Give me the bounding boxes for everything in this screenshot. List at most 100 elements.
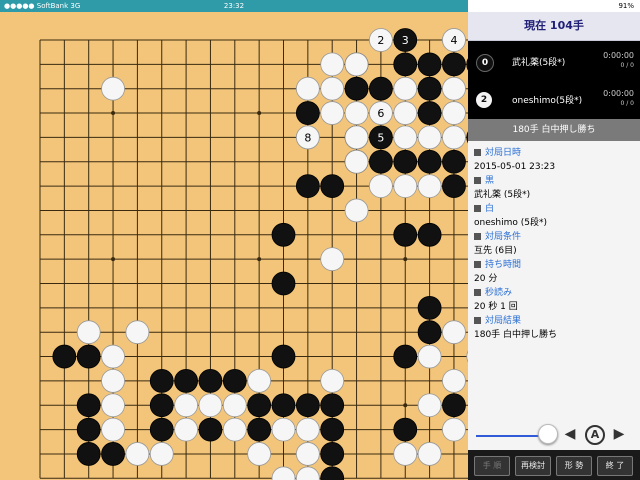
game-info-panel: 現在 104手 0 武礼薬(5段*) 0:00:00 0 / 0 2 onesh…	[468, 12, 640, 480]
board-canvas[interactable]: 23416857	[0, 12, 468, 480]
black-stone	[271, 344, 296, 369]
stone-number-label: 4	[450, 34, 457, 47]
black-stone	[417, 295, 442, 320]
black-stone	[76, 344, 101, 369]
next-move-button[interactable]: ▶	[611, 425, 627, 443]
white-stone	[442, 76, 466, 101]
stone-number-label: 2	[377, 34, 384, 47]
black-stone	[76, 417, 101, 442]
black-stone	[393, 149, 418, 174]
black-stone: 5	[368, 125, 393, 150]
black-stone	[271, 271, 296, 296]
move-slider-knob[interactable]	[538, 424, 558, 444]
white-stone	[393, 174, 418, 199]
black-byoyomi: 0 / 0	[620, 62, 634, 69]
white-stone	[101, 344, 125, 369]
black-stone	[344, 76, 369, 101]
status-bar: ●●●●● SoftBank 3G 23:32	[0, 0, 468, 12]
black-stone	[393, 417, 418, 442]
white-stone	[174, 393, 199, 418]
black-stone	[271, 393, 296, 418]
white-stone	[222, 417, 247, 442]
white-stone	[417, 442, 442, 466]
current-move-header: 現在 104手	[468, 12, 640, 41]
white-stone	[76, 320, 101, 345]
white-stone	[295, 442, 320, 466]
white-stone	[368, 174, 393, 199]
star-point	[257, 111, 262, 116]
exit-button[interactable]: 終 了	[597, 456, 633, 476]
white-player-clock: 0:00:00 0 / 0	[603, 89, 634, 109]
stone-number-label: 8	[304, 131, 311, 144]
black-stone	[247, 417, 272, 442]
info-item-time-limit: 持ち時間 20 分	[474, 258, 634, 286]
white-stone	[320, 52, 345, 77]
white-stone	[149, 442, 174, 466]
white-stone	[295, 417, 320, 442]
info-item-black: 黒武礼薬 (5段*)	[474, 174, 634, 202]
black-stone	[76, 393, 101, 418]
black-stone	[320, 393, 345, 418]
black-stone	[198, 417, 223, 442]
info-item-white: 白 oneshimo (5段*)	[474, 202, 634, 230]
white-stone	[344, 101, 369, 125]
white-stone	[295, 466, 320, 480]
result-bar: 180手 白中押し勝ち	[468, 119, 640, 141]
black-stone	[320, 466, 345, 480]
black-player-name: 武礼薬(5段*)	[512, 58, 566, 68]
white-stone	[417, 393, 442, 418]
white-stone	[222, 393, 247, 418]
info-item-date: 対局日時 2015-05-01 23:23	[474, 146, 634, 174]
black-stone	[442, 393, 466, 418]
black-stone	[442, 149, 466, 174]
go-board[interactable]: 23416857	[0, 12, 468, 480]
white-stone: 8	[295, 125, 320, 150]
black-stone	[271, 222, 296, 247]
white-stone: 2	[368, 28, 393, 52]
white-stone	[320, 101, 345, 125]
prev-move-button[interactable]: ◀	[562, 425, 578, 443]
black-stone	[320, 174, 345, 199]
black-stone: 3	[393, 28, 418, 52]
black-stone	[247, 393, 272, 418]
black-stone	[417, 76, 442, 101]
black-stone	[320, 417, 345, 442]
game-info-list: 対局日時 2015-05-01 23:23 黒武礼薬 (5段*) 白 oneshim…	[474, 146, 634, 342]
white-stone-icon: 2	[476, 92, 492, 108]
star-point	[403, 257, 408, 262]
black-player-clock: 0:00:00 0 / 0	[603, 51, 634, 71]
black-stone	[149, 368, 174, 393]
black-stone-icon: 0	[476, 54, 494, 72]
white-stone	[101, 417, 125, 442]
white-stone	[247, 368, 272, 393]
black-stone	[76, 442, 101, 466]
stone-number-label: 3	[402, 34, 409, 47]
move-order-button[interactable]: 手 順	[474, 456, 510, 476]
white-stone	[320, 76, 345, 101]
stone-number-label: 5	[377, 131, 384, 144]
white-stone	[271, 417, 296, 442]
black-stone	[198, 368, 223, 393]
black-stone	[442, 174, 466, 199]
white-stone: 6	[368, 101, 393, 125]
evaluation-button[interactable]: 形 勢	[556, 456, 592, 476]
black-stone	[101, 442, 125, 466]
players-box: 0 武礼薬(5段*) 0:00:00 0 / 0 2 oneshimo(5段*)…	[468, 41, 640, 119]
black-stone	[368, 76, 393, 101]
battery-label: 91%	[618, 2, 634, 10]
star-point	[257, 257, 262, 262]
star-point	[403, 403, 408, 408]
white-stone	[417, 344, 442, 369]
bottom-toolbar: 手 順 再検討 形 勢 終 了	[468, 450, 640, 480]
black-stone	[417, 101, 442, 125]
stone-number-label: 6	[377, 107, 384, 120]
white-stone	[393, 76, 418, 101]
review-button[interactable]: 再検討	[515, 456, 551, 476]
auto-play-button[interactable]: A	[585, 425, 605, 445]
white-stone	[442, 320, 466, 345]
white-stone	[393, 125, 418, 150]
info-item-result: 対局結果 180手 白中押し勝ち	[474, 314, 634, 342]
info-item-conditions: 対局条件 互先 (6目)	[474, 230, 634, 258]
white-stone	[417, 125, 442, 150]
white-stone	[393, 101, 418, 125]
